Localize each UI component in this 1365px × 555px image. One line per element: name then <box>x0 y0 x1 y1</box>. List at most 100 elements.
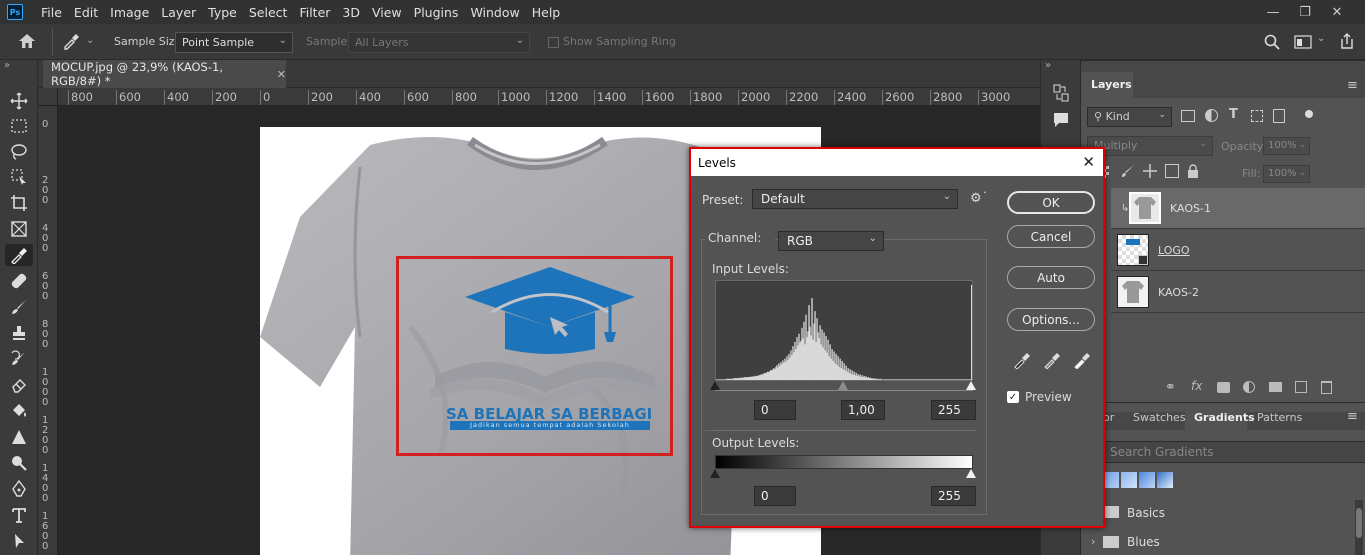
preset-select[interactable]: Default ⌄ <box>752 189 958 209</box>
adjustment-layer-icon[interactable] <box>1243 381 1255 393</box>
sharpen-tool-icon[interactable] <box>5 426 33 448</box>
history-panel-icon[interactable] <box>1053 84 1069 105</box>
vertical-ruler[interactable]: 0 2 0 0 4 0 0 6 0 0 8 0 0 1 0 0 0 1 2 0 … <box>38 106 58 555</box>
minimize-icon[interactable]: — <box>1257 0 1289 24</box>
eyedropper-preset-icon[interactable] <box>62 32 82 53</box>
auto-button[interactable]: Auto <box>1007 266 1095 289</box>
share-icon[interactable] <box>1338 32 1356 53</box>
restore-icon[interactable]: ❐ <box>1289 0 1321 24</box>
layer-row-logo[interactable]: LOGO <box>1111 230 1365 271</box>
filter-type-icon[interactable]: T <box>1229 107 1238 122</box>
path-selection-tool-icon[interactable] <box>5 530 33 552</box>
panel-menu-icon[interactable]: ≡ <box>1347 78 1358 93</box>
gradients-scrollbar[interactable] <box>1355 500 1363 555</box>
menu-help[interactable]: Help <box>526 5 567 20</box>
horizontal-ruler[interactable]: 800 600 400 200 0 200 400 600 800 1000 1… <box>58 88 1040 106</box>
panel-menu-icon[interactable]: ≡ <box>1347 409 1358 424</box>
layer-row-kaos-2[interactable]: KAOS-2 <box>1111 272 1365 313</box>
cancel-button[interactable]: Cancel <box>1007 225 1095 248</box>
link-layers-icon[interactable]: ⚭ <box>1165 380 1176 395</box>
lock-image-icon[interactable] <box>1121 164 1135 181</box>
menu-layer[interactable]: Layer <box>155 5 202 20</box>
eraser-tool-icon[interactable] <box>5 374 33 396</box>
close-tab-icon[interactable]: ✕ <box>277 68 286 81</box>
crop-tool-icon[interactable] <box>5 192 33 214</box>
menu-edit[interactable]: Edit <box>68 5 104 20</box>
menu-type[interactable]: Type <box>202 5 243 20</box>
preset-chevron-icon[interactable]: ⌄ <box>86 35 94 46</box>
layers-tab[interactable]: Layers <box>1081 72 1133 98</box>
history-brush-tool-icon[interactable] <box>5 348 33 370</box>
healing-brush-tool-icon[interactable] <box>5 270 33 292</box>
lock-all-icon[interactable] <box>1187 164 1199 181</box>
brush-tool-icon[interactable] <box>5 296 33 318</box>
preset-options-gear-icon[interactable]: ⚙˙ <box>970 191 988 206</box>
delete-layer-icon[interactable] <box>1321 381 1332 394</box>
input-white-field[interactable]: 255 <box>931 400 976 420</box>
tab-gradients[interactable]: Gradients <box>1185 404 1255 430</box>
new-group-icon[interactable] <box>1269 382 1282 392</box>
input-gamma-field[interactable]: 1,00 <box>841 400 885 420</box>
menu-window[interactable]: Window <box>464 5 525 20</box>
dodge-tool-icon[interactable] <box>5 452 33 474</box>
gradient-swatch[interactable] <box>1139 472 1155 488</box>
collapse-tools-icon[interactable]: » <box>4 60 10 71</box>
gradient-folder-basics[interactable]: Basics <box>1127 506 1165 520</box>
options-button[interactable]: Options... <box>1007 308 1095 331</box>
layer-filter-kind-select[interactable]: ⚲ Kind ⌄ <box>1087 107 1172 127</box>
pen-tool-icon[interactable] <box>5 478 33 500</box>
opacity-input[interactable]: 100% ⌄ <box>1263 137 1310 155</box>
object-select-tool-icon[interactable] <box>5 166 33 188</box>
close-dialog-icon[interactable]: ✕ <box>1082 153 1095 171</box>
menu-select[interactable]: Select <box>243 5 294 20</box>
move-tool-icon[interactable] <box>5 90 33 112</box>
frame-tool-icon[interactable] <box>5 218 33 240</box>
marquee-tool-icon[interactable] <box>5 115 33 137</box>
layer-row-kaos-1[interactable]: ↳ KAOS-1 <box>1111 188 1365 229</box>
white-point-eyedropper-icon[interactable] <box>1073 351 1091 372</box>
menu-file[interactable]: File <box>35 5 68 20</box>
blend-mode-select[interactable]: Multiply ⌄ <box>1087 136 1213 156</box>
ruler-origin[interactable] <box>38 88 58 106</box>
workspace-chevron-icon[interactable]: ⌄ <box>1317 33 1325 44</box>
sample-size-select[interactable]: Point Sample ⌄ <box>175 32 293 53</box>
filter-adjustment-icon[interactable] <box>1205 109 1218 122</box>
expand-chevron-icon[interactable]: › <box>1091 535 1095 548</box>
close-window-icon[interactable]: ✕ <box>1321 0 1353 24</box>
lock-position-icon[interactable] <box>1143 164 1157 181</box>
output-white-slider[interactable] <box>966 469 976 478</box>
add-mask-icon[interactable] <box>1217 382 1230 393</box>
menu-view[interactable]: View <box>366 5 408 20</box>
menu-3d[interactable]: 3D <box>336 5 366 20</box>
tab-patterns[interactable]: Patterns <box>1257 411 1302 424</box>
eyedropper-tool-icon[interactable] <box>5 244 33 266</box>
layer-style-icon[interactable]: fx <box>1191 379 1202 393</box>
output-black-slider[interactable] <box>710 469 720 478</box>
lasso-tool-icon[interactable] <box>5 141 33 163</box>
filter-shape-icon[interactable] <box>1251 110 1263 122</box>
ok-button[interactable]: OK <box>1007 191 1095 214</box>
search-gradients-input[interactable]: Search Gradients <box>1103 441 1365 463</box>
gradient-swatch[interactable] <box>1121 472 1137 488</box>
type-tool-icon[interactable] <box>5 504 33 526</box>
gradient-folder-blues[interactable]: Blues <box>1127 535 1160 549</box>
fill-input[interactable]: 100% ⌄ <box>1263 165 1310 183</box>
document-tab[interactable]: MOCUP.jpg @ 23,9% (KAOS-1, RGB/8#) * ✕ <box>43 60 286 88</box>
input-black-field[interactable]: 0 <box>754 400 796 420</box>
gray-point-eyedropper-icon[interactable] <box>1043 351 1061 372</box>
lock-artboard-icon[interactable] <box>1165 164 1179 178</box>
search-icon[interactable] <box>1264 34 1280 53</box>
clone-stamp-tool-icon[interactable] <box>5 322 33 344</box>
tab-swatches[interactable]: Swatches <box>1133 411 1186 424</box>
home-icon[interactable] <box>18 33 36 52</box>
paint-bucket-tool-icon[interactable] <box>5 400 33 422</box>
workspace-icon[interactable] <box>1294 35 1312 52</box>
gradient-swatch[interactable] <box>1103 472 1119 488</box>
collapse-panels-icon[interactable]: » <box>1045 60 1051 71</box>
filter-smart-object-icon[interactable] <box>1273 109 1285 123</box>
output-white-field[interactable]: 255 <box>931 486 976 506</box>
preview-checkbox[interactable]: ✓ <box>1007 391 1019 403</box>
new-layer-icon[interactable] <box>1295 381 1307 393</box>
filter-pixel-icon[interactable] <box>1181 110 1195 122</box>
filter-toggle-icon[interactable] <box>1305 110 1313 118</box>
